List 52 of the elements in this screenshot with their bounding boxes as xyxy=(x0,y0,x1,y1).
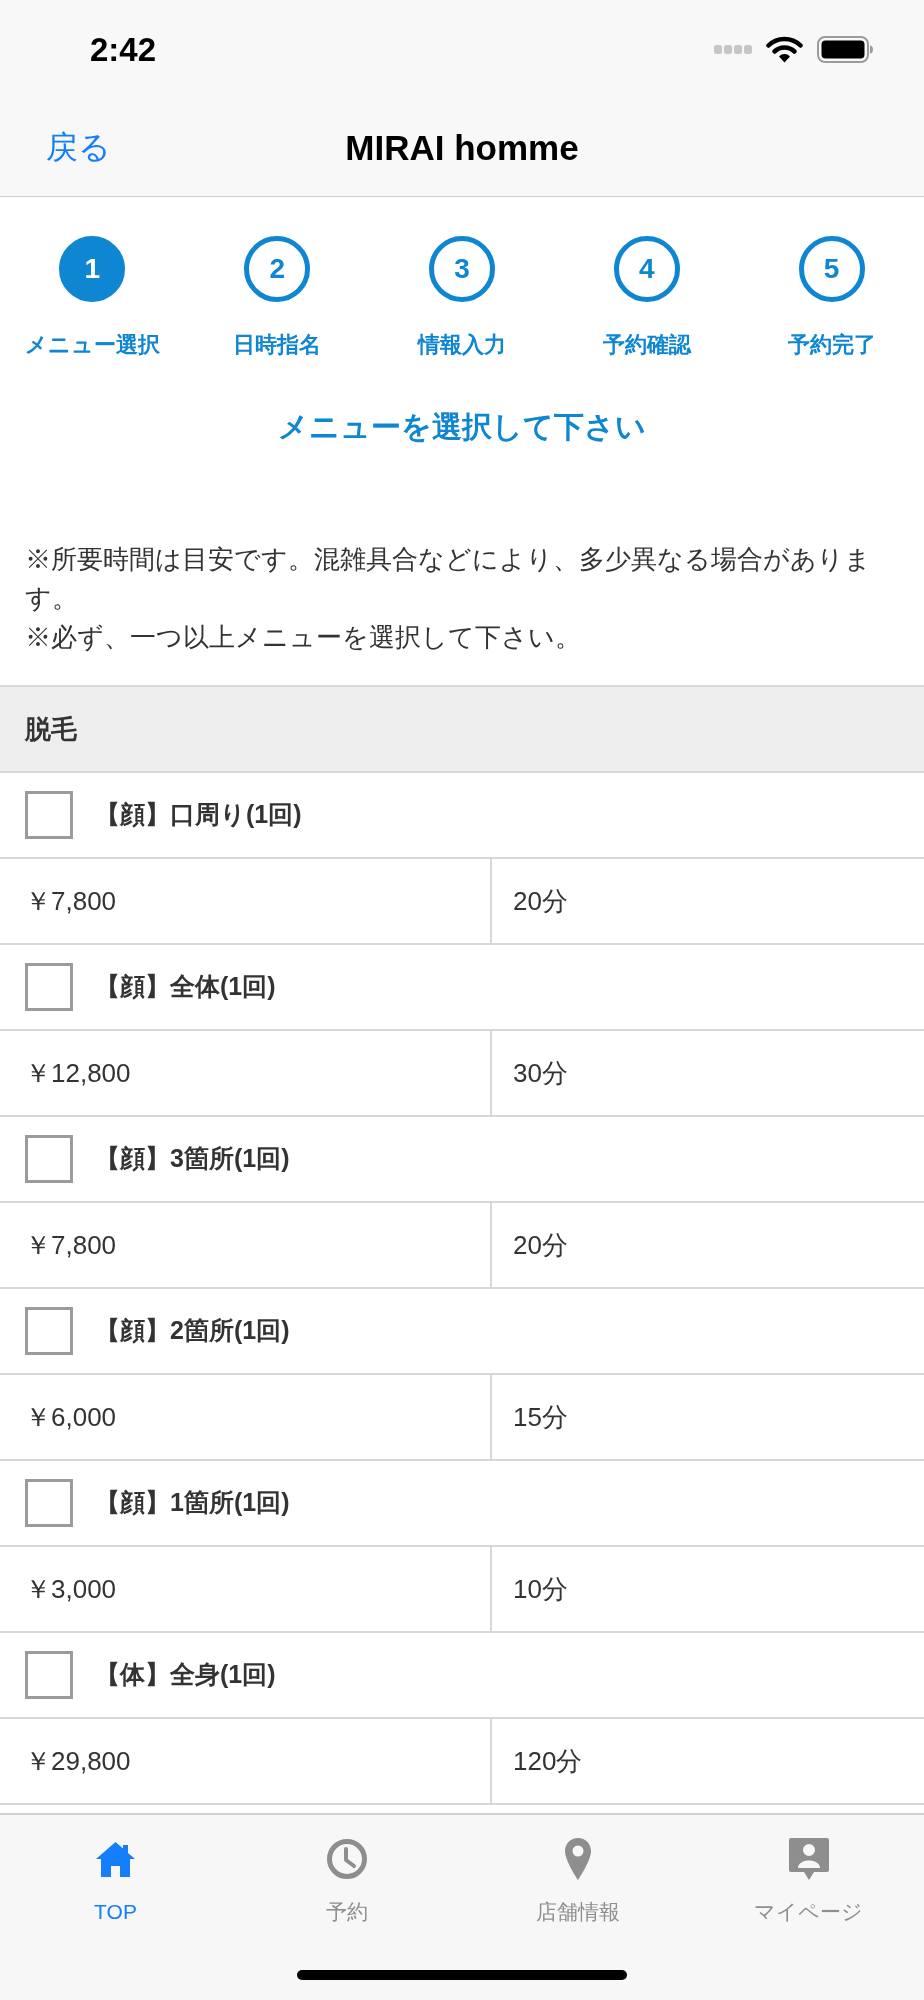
battery-icon xyxy=(817,35,874,63)
menu-item-name: 【顔】全体(1回) xyxy=(95,971,276,1003)
menu-duration: 30分 xyxy=(513,1056,568,1090)
menu-duration: 120分 xyxy=(513,1744,583,1778)
tab-bar-item[interactable]: 予約 xyxy=(231,1837,462,1924)
menu-checkbox[interactable] xyxy=(25,1479,73,1527)
home-icon xyxy=(95,1839,136,1879)
clock-icon xyxy=(325,1838,368,1880)
tab-bar-item[interactable]: マイページ xyxy=(693,1837,924,1924)
menu-price: ￥3,000 xyxy=(25,1572,117,1606)
step-label: メニュー選択 xyxy=(24,332,160,358)
tab-bar-item[interactable]: TOP xyxy=(0,1837,231,1924)
menu-duration: 20分 xyxy=(513,884,568,918)
status-time: 2:42 xyxy=(90,32,157,66)
menu-item-name: 【体】全身(1回) xyxy=(95,1659,276,1691)
step-number: 3 xyxy=(429,236,495,302)
menu-checkbox[interactable] xyxy=(25,1651,73,1699)
wifi-icon xyxy=(766,35,803,63)
step-label: 情報入力 xyxy=(418,332,506,358)
step-number: 4 xyxy=(613,236,680,302)
step-label: 予約完了 xyxy=(787,332,876,358)
profile-icon xyxy=(788,1838,829,1880)
note-text: ※必ず、一つ以上メニューを選択して下さい。 xyxy=(25,621,582,654)
menu-checkbox[interactable] xyxy=(25,963,73,1011)
menu-price: ￥12,800 xyxy=(25,1056,131,1090)
step-label: 予約確認 xyxy=(602,332,691,358)
menu-duration: 15分 xyxy=(513,1400,568,1434)
back-button[interactable]: 戻る xyxy=(46,131,111,163)
tab-bar-item[interactable]: 店舗情報 xyxy=(462,1837,693,1924)
menu-item-name: 【顔】3箇所(1回) xyxy=(95,1143,290,1175)
menu-price: ￥7,800 xyxy=(25,1228,117,1262)
step-number: 5 xyxy=(798,236,865,302)
menu-duration: 20分 xyxy=(513,1228,568,1262)
menu-item-name: 【顔】口周り(1回) xyxy=(95,799,302,831)
page-heading: メニューを選択して下さい xyxy=(278,409,646,445)
note-text: ※所要時間は目安です。混雑具合などにより、多少異なる場合があります。 xyxy=(25,543,872,615)
section-title: 脱毛 xyxy=(25,712,77,746)
menu-price: ￥6,000 xyxy=(25,1400,117,1434)
menu-checkbox[interactable] xyxy=(25,1135,73,1183)
location-pin-icon xyxy=(563,1837,592,1881)
menu-price: ￥7,800 xyxy=(25,884,117,918)
menu-price: ￥29,800 xyxy=(25,1744,131,1778)
menu-item-name: 【顔】2箇所(1回) xyxy=(95,1315,290,1347)
signal-icon xyxy=(714,44,752,54)
step-number: 2 xyxy=(244,236,311,302)
menu-checkbox[interactable] xyxy=(25,1307,73,1355)
menu-duration: 10分 xyxy=(513,1572,568,1606)
step-number: 1 xyxy=(59,236,126,302)
menu-checkbox[interactable] xyxy=(25,791,73,839)
step-label: 日時指名 xyxy=(233,332,322,358)
menu-item-name: 【顔】1箇所(1回) xyxy=(95,1487,290,1519)
nav-title: MIRAI homme xyxy=(345,129,579,165)
